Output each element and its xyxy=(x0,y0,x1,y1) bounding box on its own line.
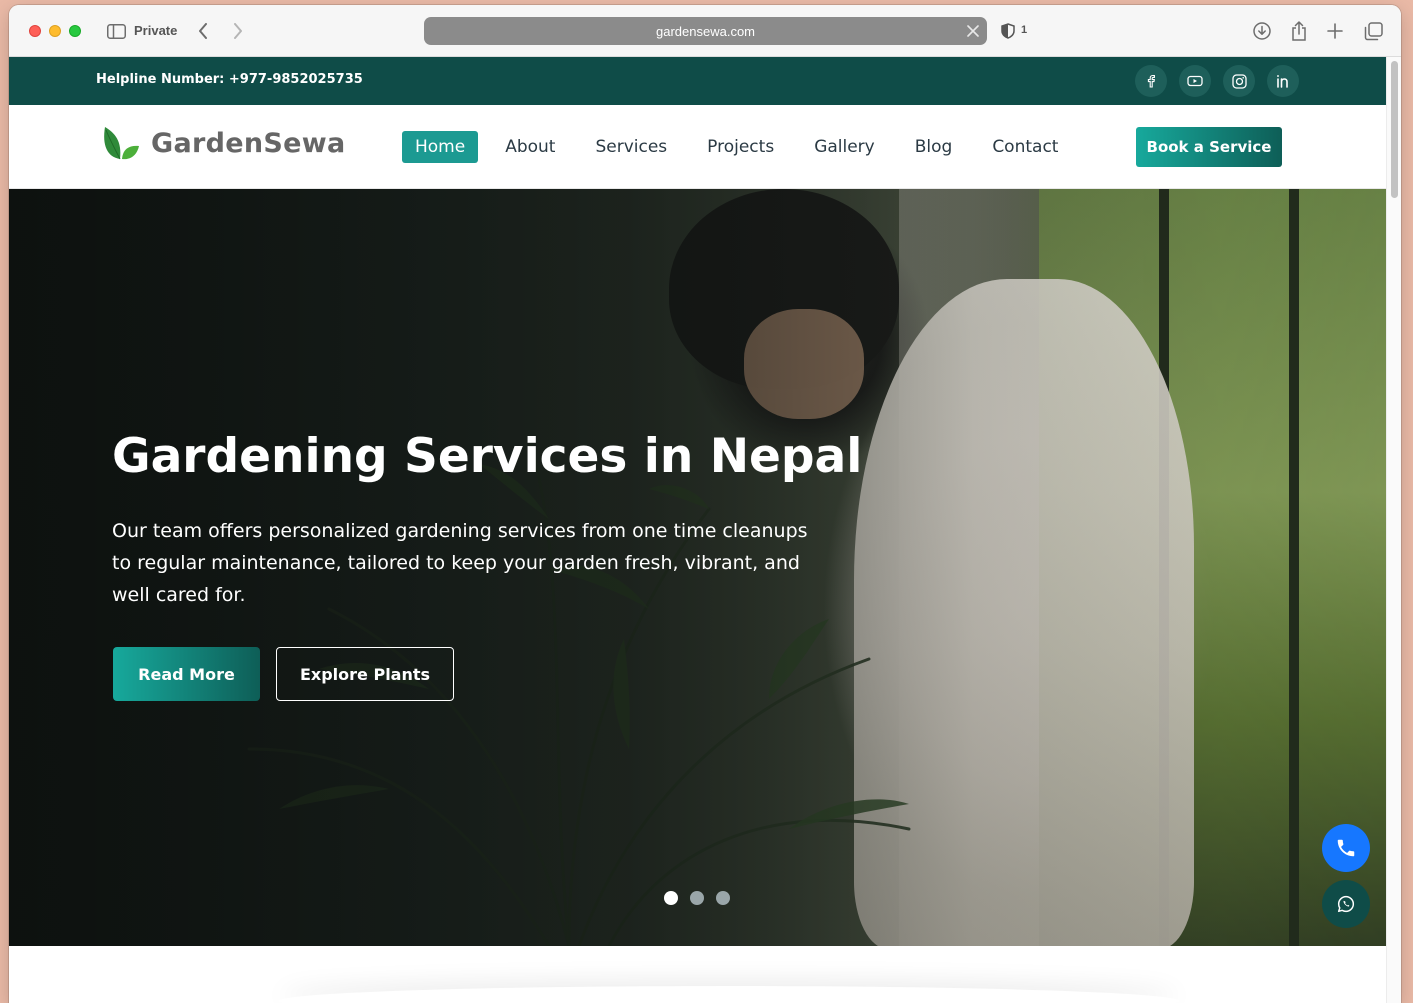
tabs-icon[interactable] xyxy=(1362,19,1384,43)
card-shadow xyxy=(279,986,1179,1003)
site-logo[interactable]: GardenSewa xyxy=(101,125,345,161)
youtube-icon[interactable] xyxy=(1179,65,1211,97)
close-window-button[interactable] xyxy=(29,25,41,37)
explore-plants-button[interactable]: Explore Plants xyxy=(276,647,454,701)
page-scrollbar[interactable] xyxy=(1386,57,1401,1003)
nav-blog[interactable]: Blog xyxy=(902,131,966,163)
nav-contact[interactable]: Contact xyxy=(979,131,1071,163)
page-viewport: Helpline Number: +977-9852025735 GardenS… xyxy=(9,57,1401,1003)
below-hero-section xyxy=(9,946,1386,1003)
nav-projects[interactable]: Projects xyxy=(694,131,787,163)
whatsapp-icon xyxy=(1337,895,1355,913)
address-bar[interactable]: gardensewa.com xyxy=(424,17,987,45)
nav-services[interactable]: Services xyxy=(582,131,680,163)
nav-about[interactable]: About xyxy=(492,131,568,163)
logo-text: GardenSewa xyxy=(151,127,346,159)
hero-description: Our team offers personalized gardening s… xyxy=(112,520,808,606)
forward-icon[interactable] xyxy=(228,19,248,43)
plus-icon[interactable] xyxy=(1324,19,1346,43)
slider-dot-2[interactable] xyxy=(690,891,704,905)
linkedin-icon[interactable] xyxy=(1267,65,1299,97)
share-icon[interactable] xyxy=(1288,19,1310,43)
hero-title: Gardening Services in Nepal xyxy=(112,429,863,484)
back-icon[interactable] xyxy=(193,19,213,43)
download-icon[interactable] xyxy=(1251,19,1273,43)
top-info-bar: Helpline Number: +977-9852025735 xyxy=(9,57,1386,105)
slider-dot-3[interactable] xyxy=(716,891,730,905)
private-label: Private xyxy=(134,23,178,38)
browser-toolbar: Private gardensewa.com 1 xyxy=(9,5,1401,57)
whatsapp-button[interactable] xyxy=(1322,880,1370,928)
shield-icon[interactable] xyxy=(999,19,1017,43)
scroll-thumb[interactable] xyxy=(1391,61,1398,198)
leaf-logo-icon xyxy=(104,127,139,160)
phone-icon xyxy=(1337,839,1355,857)
hero-slider: Gardening Services in Nepal Our team off… xyxy=(9,189,1386,946)
slider-dot-1[interactable] xyxy=(664,891,678,905)
browser-window: Private gardensewa.com 1 Helpline Number… xyxy=(9,5,1401,1003)
main-nav: Home About Services Projects Gallery Blo… xyxy=(402,131,1085,163)
book-service-button[interactable]: Book a Service xyxy=(1136,127,1282,167)
zoom-window-button[interactable] xyxy=(69,25,81,37)
helpline-number: Helpline Number: +977-9852025735 xyxy=(96,72,363,87)
minimize-window-button[interactable] xyxy=(49,25,61,37)
nav-home[interactable]: Home xyxy=(402,131,479,163)
shield-count: 1 xyxy=(1021,24,1028,36)
sidebar-icon[interactable] xyxy=(106,19,126,43)
clear-icon[interactable] xyxy=(965,23,981,39)
slider-dots xyxy=(664,891,742,905)
nav-gallery[interactable]: Gallery xyxy=(801,131,888,163)
facebook-icon[interactable] xyxy=(1135,65,1167,97)
read-more-button[interactable]: Read More xyxy=(113,647,260,701)
instagram-icon[interactable] xyxy=(1223,65,1255,97)
url-text: gardensewa.com xyxy=(656,23,755,39)
call-button[interactable] xyxy=(1322,824,1370,872)
site-header: GardenSewa Home About Services Projects … xyxy=(9,105,1386,189)
